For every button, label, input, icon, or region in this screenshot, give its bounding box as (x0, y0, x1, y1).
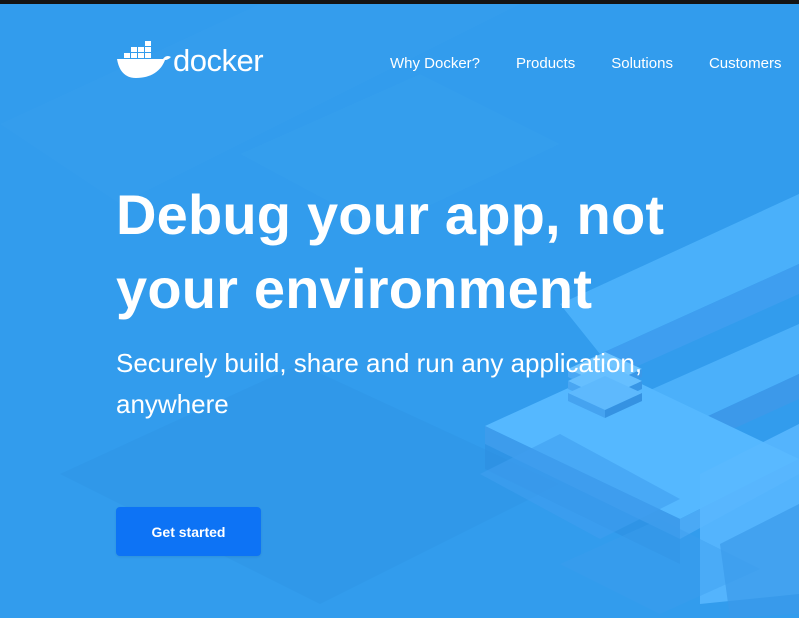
hero-headline: Debug your app, not your environment (116, 178, 664, 326)
nav-item-products[interactable]: Products (516, 54, 575, 74)
docker-logo[interactable]: docker (116, 40, 264, 80)
nav-item-customers[interactable]: Customers (709, 54, 782, 74)
hero-headline-line1: Debug your app, not (116, 183, 665, 246)
get-started-button[interactable]: Get started (116, 507, 261, 556)
hero-headline-line2: your environment (116, 257, 593, 320)
brand-wordmark: docker (173, 43, 264, 78)
nav-item-solutions[interactable]: Solutions (611, 54, 673, 74)
nav-item-why-docker[interactable]: Why Docker? (390, 54, 480, 74)
docker-whale-icon (117, 41, 171, 78)
hero-subheadline: Securely build, share and run any applic… (116, 348, 643, 419)
browser-top-bar (0, 0, 799, 4)
main-nav: Why Docker? Products Solutions Customers (390, 54, 781, 74)
